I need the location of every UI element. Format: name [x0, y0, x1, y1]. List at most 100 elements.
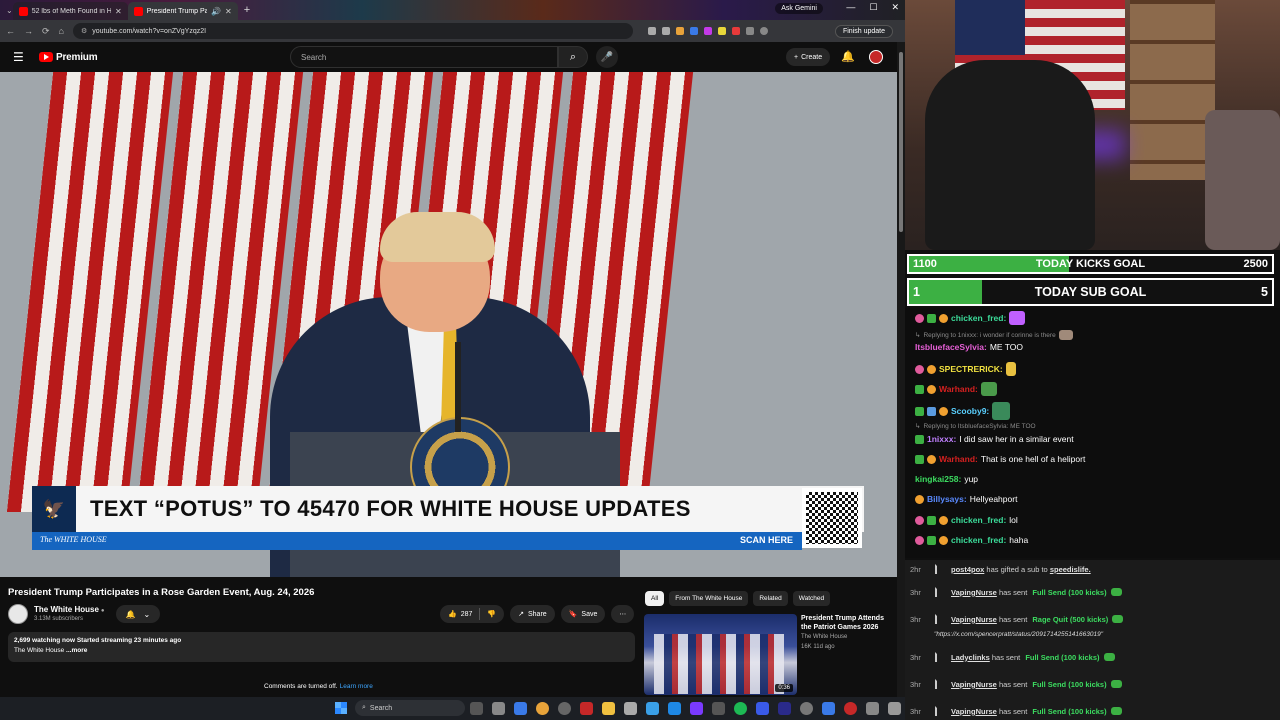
event-user[interactable]: VapingNurse	[951, 680, 997, 689]
close-window-icon[interactable]: ✕	[891, 2, 899, 13]
chat-username[interactable]: ItsbluefaceSylvia:	[915, 342, 987, 352]
app-icon[interactable]	[470, 702, 483, 715]
app-icon[interactable]	[624, 702, 637, 715]
chat-username[interactable]: chicken_fred:	[951, 313, 1006, 323]
app-icon[interactable]	[844, 702, 857, 715]
subscription-bell-button[interactable]: 🔔 ⌄	[116, 605, 160, 623]
event-item: Full Send (100 kicks)	[1032, 587, 1107, 597]
app-icon[interactable]	[668, 702, 681, 715]
page-scrollbar[interactable]	[897, 42, 905, 697]
related-video-title[interactable]: President Trump Attends the Patriot Game…	[801, 614, 893, 632]
chip-from-white-house[interactable]: From The White House	[669, 591, 749, 606]
chat-username[interactable]: chicken_fred:	[951, 535, 1006, 545]
app-icon[interactable]	[800, 702, 813, 715]
event-user[interactable]: VapingNurse	[951, 615, 997, 624]
app-icon[interactable]	[888, 702, 901, 715]
share-button[interactable]: ↗ Share	[510, 605, 555, 623]
youtube-favicon-icon	[18, 6, 28, 16]
app-icon[interactable]	[558, 702, 571, 715]
chat-username[interactable]: 1nixxx:	[927, 434, 956, 444]
back-icon[interactable]: ←	[6, 26, 15, 36]
app-icon[interactable]	[646, 702, 659, 715]
maximize-icon[interactable]: ☐	[869, 2, 877, 13]
minimize-icon[interactable]: —	[846, 2, 855, 13]
extension-icon[interactable]	[731, 27, 740, 35]
extension-icon[interactable]	[647, 27, 656, 35]
extension-icon[interactable]	[717, 27, 726, 35]
more-actions-button[interactable]: ⋯	[611, 605, 635, 623]
reload-icon[interactable]: ⟳	[42, 26, 50, 37]
notifications-bell-icon[interactable]: 🔔	[841, 50, 855, 63]
close-tab-icon[interactable]: ✕	[225, 7, 232, 16]
app-icon[interactable]	[756, 702, 769, 715]
channel-avatar[interactable]	[8, 604, 28, 624]
chat-username[interactable]: Scooby9:	[951, 406, 989, 416]
account-avatar[interactable]	[869, 50, 883, 64]
app-icon[interactable]	[514, 702, 527, 715]
chip-related[interactable]: Related	[753, 591, 788, 606]
premiere-icon[interactable]	[778, 702, 791, 715]
save-button[interactable]: 🔖 Save	[560, 605, 606, 623]
chat-username[interactable]: chicken_fred:	[951, 515, 1006, 525]
chat-username[interactable]: kingkai258:	[915, 474, 961, 484]
description-box[interactable]: 2,699 watching now Started streaming 23 …	[8, 632, 635, 662]
search-input[interactable]: Search	[290, 46, 558, 68]
related-video-thumbnail[interactable]: 0:36	[644, 614, 797, 695]
chip-watched[interactable]: Watched	[792, 591, 831, 606]
tab-meth-video[interactable]: 52 lbs of Meth Found in His Sp ✕	[12, 2, 128, 20]
create-button[interactable]: + Create	[786, 48, 831, 66]
app-icon[interactable]	[712, 702, 725, 715]
thumbs-up-icon[interactable]: 👍	[448, 610, 457, 618]
audio-icon[interactable]: 🔊	[211, 7, 221, 16]
learn-more-link[interactable]: Learn more	[340, 683, 373, 690]
new-tab-button[interactable]: +	[244, 4, 250, 16]
video-player[interactable]: 🦅 TEXT “POTUS” TO 45470 FOR WHITE HOUSE …	[0, 72, 897, 577]
channel-name[interactable]: The White House ●	[34, 605, 105, 614]
tab-trump-video[interactable]: President Trump Participat 🔊 ✕	[127, 2, 238, 20]
taskbar-search[interactable]: ⌕ Search	[355, 700, 465, 716]
event-user[interactable]: VapingNurse	[951, 707, 997, 716]
forward-icon[interactable]: →	[24, 26, 33, 36]
spotify-icon[interactable]	[734, 702, 747, 715]
app-icon[interactable]	[690, 702, 703, 715]
youtube-logo[interactable]: Premium	[39, 52, 98, 63]
chat-username[interactable]: Warhand:	[939, 454, 978, 464]
bookmark-star-icon[interactable]	[661, 27, 670, 35]
address-bar[interactable]: ⚙ youtube.com/watch?v=onZVgYzqz2I	[72, 23, 633, 39]
profile-avatar[interactable]	[759, 27, 768, 35]
more-link[interactable]: ...more	[66, 647, 87, 654]
thumbs-down-icon[interactable]: 👎	[487, 610, 496, 618]
chat-username[interactable]: Warhand:	[939, 384, 978, 394]
related-video-channel[interactable]: The White House	[801, 634, 847, 640]
ask-gemini-button[interactable]: Ask Gemini	[775, 3, 823, 14]
voice-search-button[interactable]: 🎤	[596, 46, 618, 68]
close-tab-icon[interactable]: ✕	[115, 7, 122, 16]
finish-update-button[interactable]: Finish update	[834, 24, 893, 38]
like-dislike-button[interactable]: 👍 287 👎	[440, 605, 505, 623]
app-icon[interactable]	[866, 702, 879, 715]
event-user[interactable]: post4pox	[951, 565, 984, 574]
start-button-icon[interactable]	[335, 702, 347, 714]
extension-icon[interactable]	[703, 27, 712, 35]
extension-icon[interactable]	[689, 27, 698, 35]
app-icon[interactable]	[822, 702, 835, 715]
extensions-puzzle-icon[interactable]	[745, 27, 754, 35]
home-icon[interactable]: ⌂	[59, 26, 64, 36]
app-icon[interactable]	[580, 702, 593, 715]
extension-icon[interactable]	[675, 27, 684, 35]
app-icon[interactable]	[492, 702, 505, 715]
site-info-icon[interactable]: ⚙	[81, 27, 87, 35]
chat-username[interactable]: Billysays:	[927, 494, 967, 504]
search-button[interactable]: ⌕	[558, 46, 588, 68]
event-message-link[interactable]: "https://x.com/spencerpratt/status/20917…	[934, 631, 1103, 638]
chip-all[interactable]: All	[645, 591, 665, 606]
file-explorer-icon[interactable]	[602, 702, 615, 715]
tab-list-icon[interactable]: ⌄	[6, 6, 13, 15]
vip-badge-icon	[939, 406, 948, 416]
chrome-icon[interactable]	[536, 702, 549, 715]
event-target-user[interactable]: speedislife.	[1050, 565, 1091, 574]
hamburger-menu-icon[interactable]: ☰	[13, 50, 25, 64]
event-user[interactable]: VapingNurse	[951, 588, 997, 597]
event-user[interactable]: Ladyclinks	[951, 653, 990, 662]
chat-username[interactable]: SPECTRERICK:	[939, 364, 1003, 374]
